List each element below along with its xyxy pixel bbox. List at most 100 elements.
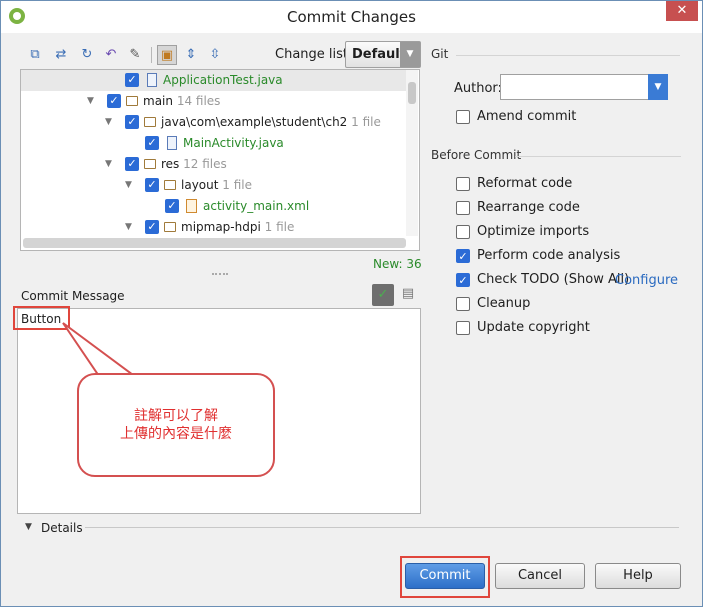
checkbox-checked[interactable]: ✓	[145, 136, 159, 150]
option-label: Reformat code	[477, 176, 573, 191]
checkbox-checked[interactable]: ✓	[165, 199, 179, 213]
option-label: Optimize imports	[477, 224, 590, 239]
diff-icon[interactable]: ⧉	[25, 45, 45, 65]
expand-triangle-icon[interactable]: ▼	[105, 117, 112, 127]
configure-link[interactable]: Configure	[615, 273, 678, 288]
changelist-value: Default	[352, 47, 406, 62]
tree-row[interactable]: ✓ ApplicationTest.java	[21, 70, 406, 91]
tree-row-name: res	[161, 157, 180, 171]
tree-row-count: 1 file	[222, 178, 253, 192]
author-label: Author:	[454, 81, 502, 96]
expand-all-icon[interactable]: ⇕	[181, 45, 201, 65]
collapse-all-icon[interactable]: ⇳	[205, 45, 225, 65]
folder-icon	[126, 96, 138, 106]
folder-icon	[144, 159, 156, 169]
tree-row[interactable]: ▼ ✓ java\com\example\student\ch2 1 file	[21, 112, 406, 133]
title-bar: Commit Changes ✕	[1, 1, 702, 33]
tree-row[interactable]: ✓ activity_main.xml	[21, 196, 406, 217]
git-section-label: Git	[431, 47, 449, 61]
checkbox-checked[interactable]: ✓	[125, 73, 139, 87]
details-toggle[interactable]: ▼ Details	[21, 519, 681, 535]
help-button[interactable]: Help	[595, 563, 681, 589]
tree-horizontal-scrollbar[interactable]	[23, 238, 406, 248]
tree-row-label: MainActivity.java	[183, 136, 284, 150]
option-label: Cleanup	[477, 296, 531, 311]
before-commit-divider	[515, 156, 681, 157]
tree-row-name: mipmap-hdpi	[181, 220, 261, 234]
move-icon[interactable]: ⇄	[51, 45, 71, 65]
changes-tree[interactable]: ✓ ApplicationTest.java ▼ ✓ main 14 files…	[20, 69, 420, 251]
annotation-callout: 註解可以了解 上傳的內容是什麼	[77, 373, 275, 477]
checkbox-checked[interactable]: ✓	[145, 178, 159, 192]
java-file-icon	[167, 136, 177, 150]
checkbox-checked[interactable]: ✓	[145, 220, 159, 234]
expand-triangle-icon[interactable]: ▼	[125, 222, 132, 232]
cancel-button[interactable]: Cancel	[495, 563, 585, 589]
folder-icon	[164, 222, 176, 232]
new-files-count: New: 36	[373, 257, 422, 271]
tree-row-name: java\com\example\student\ch2	[161, 115, 348, 129]
commit-changes-dialog: Commit Changes ✕ ⧉ ⇄ ↻ ↶ ✎ ▣ ⇕ ⇳ Change …	[0, 0, 703, 607]
tree-row[interactable]: ✓ MainActivity.java	[21, 133, 406, 154]
details-divider	[85, 527, 679, 528]
java-file-icon	[147, 73, 157, 87]
tree-row-label: main 14 files	[143, 94, 220, 108]
edit-icon[interactable]: ✎	[125, 45, 145, 65]
tree-row-label: activity_main.xml	[203, 199, 310, 213]
commit-highlight-box	[400, 556, 490, 598]
tree-row[interactable]: ▼ ✓ mipmap-hdpi 1 file	[21, 217, 406, 238]
annotation-text: 註解可以了解 上傳的內容是什麼	[79, 407, 273, 443]
tree-row-name: main	[143, 94, 173, 108]
tree-row-count: 1 file	[264, 220, 295, 234]
checkbox-unchecked[interactable]	[456, 177, 470, 191]
checkbox-checked[interactable]: ✓	[125, 115, 139, 129]
expand-triangle-icon[interactable]: ▼	[105, 159, 112, 169]
changelist-select[interactable]: Default ▼	[345, 41, 421, 68]
message-history-icon[interactable]: ▤	[400, 286, 416, 302]
refresh-icon[interactable]: ↻	[77, 45, 97, 65]
checkbox-checked[interactable]: ✓	[456, 249, 470, 263]
checkbox-unchecked[interactable]	[456, 201, 470, 215]
author-input[interactable]: ▼	[500, 74, 668, 100]
tree-row-count: 1 file	[351, 115, 381, 129]
tree-row-label: res 12 files	[161, 157, 227, 171]
folder-icon	[164, 180, 176, 190]
option-label: Check TODO (Show All)	[477, 272, 630, 287]
tree-vertical-scrollbar[interactable]	[406, 70, 418, 236]
tree-row-name: layout	[181, 178, 219, 192]
revert-icon[interactable]: ↶	[101, 45, 121, 65]
option-label: Perform code analysis	[477, 248, 621, 263]
checkbox-checked[interactable]: ✓	[456, 273, 470, 287]
commit-message-label: Commit Message	[21, 289, 125, 303]
close-button[interactable]: ✕	[666, 1, 698, 21]
checkbox-unchecked[interactable]	[456, 321, 470, 335]
group-by-directory-icon[interactable]: ▣	[157, 45, 177, 65]
checkbox-unchecked[interactable]	[456, 110, 470, 124]
checkbox-unchecked[interactable]	[456, 225, 470, 239]
tree-row[interactable]: ▼ ✓ main 14 files	[21, 91, 406, 112]
option-label: Update copyright	[477, 320, 590, 335]
checkbox-checked[interactable]: ✓	[107, 94, 121, 108]
folder-icon	[144, 117, 156, 127]
tree-row-label: ApplicationTest.java	[163, 73, 283, 87]
tree-row[interactable]: ▼ ✓ res 12 files	[21, 154, 406, 175]
annotation-line-1: 註解可以了解	[134, 408, 218, 424]
xml-file-icon	[186, 199, 197, 213]
expand-triangle-icon: ▼	[25, 522, 32, 532]
splitter-grip[interactable]	[212, 273, 228, 277]
annotation-line-2: 上傳的內容是什麼	[120, 426, 232, 442]
expand-triangle-icon[interactable]: ▼	[87, 96, 94, 106]
before-commit-label: Before Commit	[431, 148, 522, 162]
checkbox-checked[interactable]: ✓	[125, 157, 139, 171]
chevron-down-icon[interactable]: ▼	[648, 74, 668, 100]
expand-triangle-icon[interactable]: ▼	[125, 180, 132, 190]
toolbar-separator	[151, 47, 152, 63]
checkbox-unchecked[interactable]	[456, 297, 470, 311]
scrollbar-thumb[interactable]	[408, 82, 416, 104]
chevron-down-icon: ▼	[400, 42, 420, 67]
spellcheck-icon[interactable]: ✓	[372, 284, 394, 306]
git-divider	[456, 55, 680, 56]
option-label: Rearrange code	[477, 200, 580, 215]
tree-row-label: mipmap-hdpi 1 file	[181, 220, 294, 234]
tree-row[interactable]: ▼ ✓ layout 1 file	[21, 175, 406, 196]
